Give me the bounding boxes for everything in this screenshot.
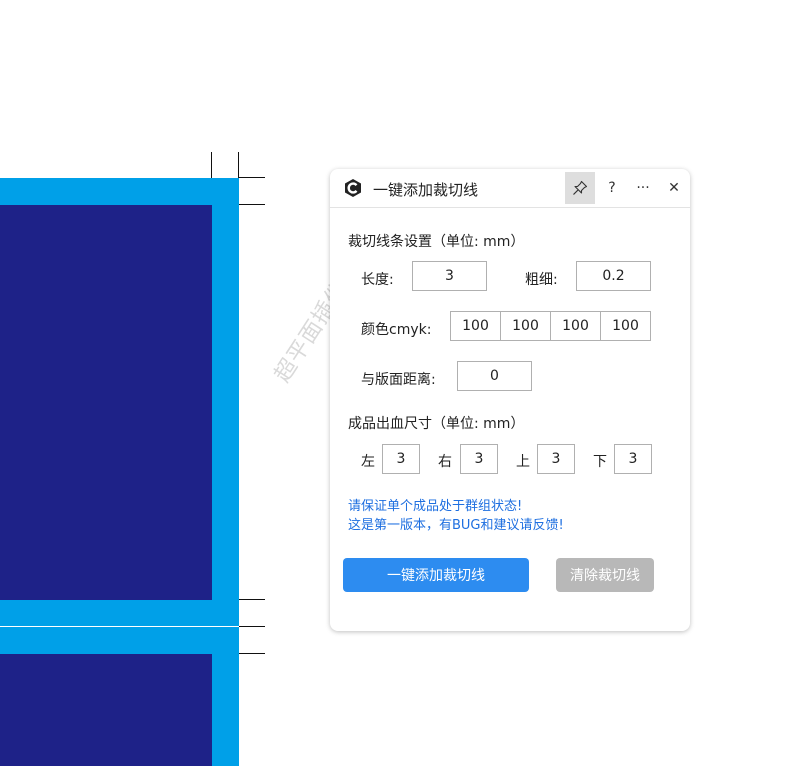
crop-mark — [239, 177, 265, 178]
help-button[interactable]: ? — [597, 172, 627, 204]
crop-mark — [239, 204, 265, 205]
length-label: 长度: — [361, 272, 394, 288]
close-button[interactable]: ✕ — [659, 172, 689, 204]
document-canvas: 超平面插件 cdrvcp.cn 一键添加裁切线 ? ··· ✕ 裁切线条设置（单… — [0, 0, 806, 766]
bleed-bottom-input[interactable]: 3 — [614, 444, 652, 474]
artwork-inner-bottom — [0, 654, 212, 766]
clear-crop-marks-button[interactable]: 清除裁切线 — [556, 558, 654, 592]
bleed-right-label: 右 — [438, 454, 452, 470]
bleed-left-input[interactable]: 3 — [382, 444, 420, 474]
crop-mark — [238, 152, 239, 178]
crop-mark — [239, 653, 265, 654]
cmyk-m-input[interactable]: 100 — [500, 311, 551, 341]
crop-marks-panel: 一键添加裁切线 ? ··· ✕ 裁切线条设置（单位: mm） 长度: 3 粗细:… — [330, 169, 690, 631]
crop-mark — [211, 152, 212, 178]
add-crop-marks-button[interactable]: 一键添加裁切线 — [343, 558, 529, 592]
bleed-top-label: 上 — [516, 454, 530, 470]
color-cmyk-label: 颜色cmyk: — [361, 322, 432, 338]
panel-titlebar: 一键添加裁切线 ? ··· ✕ — [330, 169, 690, 208]
bleed-section-title: 成品出血尺寸（单位: mm） — [348, 416, 525, 432]
more-options-button[interactable]: ··· — [628, 172, 658, 204]
plugin-logo-icon — [345, 179, 361, 197]
cmyk-k-input[interactable]: 100 — [600, 311, 651, 341]
distance-input[interactable]: 0 — [457, 361, 532, 391]
note-feedback: 这是第一版本，有BUG和建议请反馈! — [348, 518, 564, 533]
panel-title: 一键添加裁切线 — [373, 181, 479, 199]
bleed-bottom-label: 下 — [593, 454, 607, 470]
note-group-warning: 请保证单个成品处于群组状态! — [348, 499, 523, 514]
thickness-input[interactable]: 0.2 — [576, 261, 651, 291]
crop-section-title: 裁切线条设置（单位: mm） — [348, 234, 525, 250]
bleed-left-label: 左 — [361, 454, 375, 470]
bleed-right-input[interactable]: 3 — [460, 444, 498, 474]
crop-mark — [239, 626, 265, 627]
bleed-top-input[interactable]: 3 — [537, 444, 575, 474]
crop-mark — [239, 599, 265, 600]
pin-button[interactable] — [565, 172, 595, 204]
pin-icon — [573, 180, 588, 195]
cmyk-c-input[interactable]: 100 — [450, 311, 501, 341]
distance-label: 与版面距离: — [361, 372, 436, 388]
artwork-inner-top — [0, 205, 212, 600]
thickness-label: 粗细: — [525, 272, 558, 288]
cmyk-y-input[interactable]: 100 — [550, 311, 601, 341]
length-input[interactable]: 3 — [412, 261, 487, 291]
